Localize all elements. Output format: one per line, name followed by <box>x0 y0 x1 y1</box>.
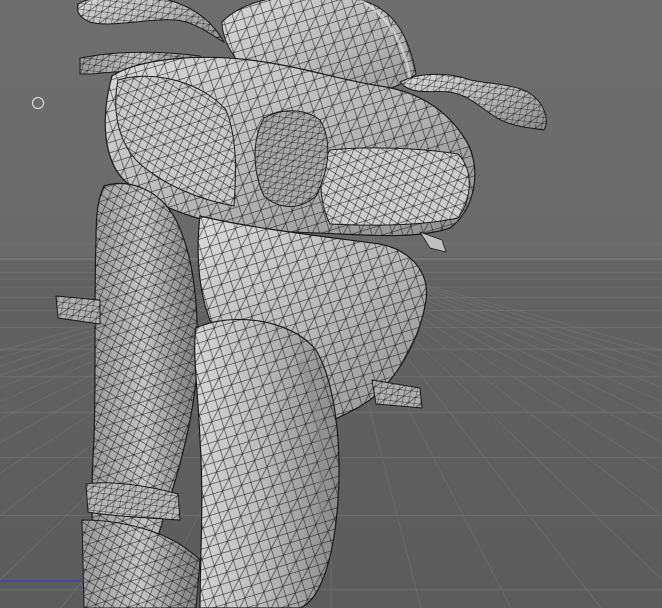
brake-caliper-mesh <box>81 482 201 608</box>
turn-signal-mesh <box>419 231 447 253</box>
left-mirror-mesh <box>77 0 226 44</box>
right-footpeg-mesh <box>371 379 423 409</box>
left-footpeg-mesh <box>55 295 101 325</box>
motorcycle-wireframe-model[interactable] <box>55 0 547 608</box>
viewport-canvas[interactable] <box>0 0 662 608</box>
front-tire-mesh <box>194 318 340 608</box>
circle-cursor-icon <box>32 97 44 109</box>
3d-viewport[interactable] <box>0 0 662 608</box>
